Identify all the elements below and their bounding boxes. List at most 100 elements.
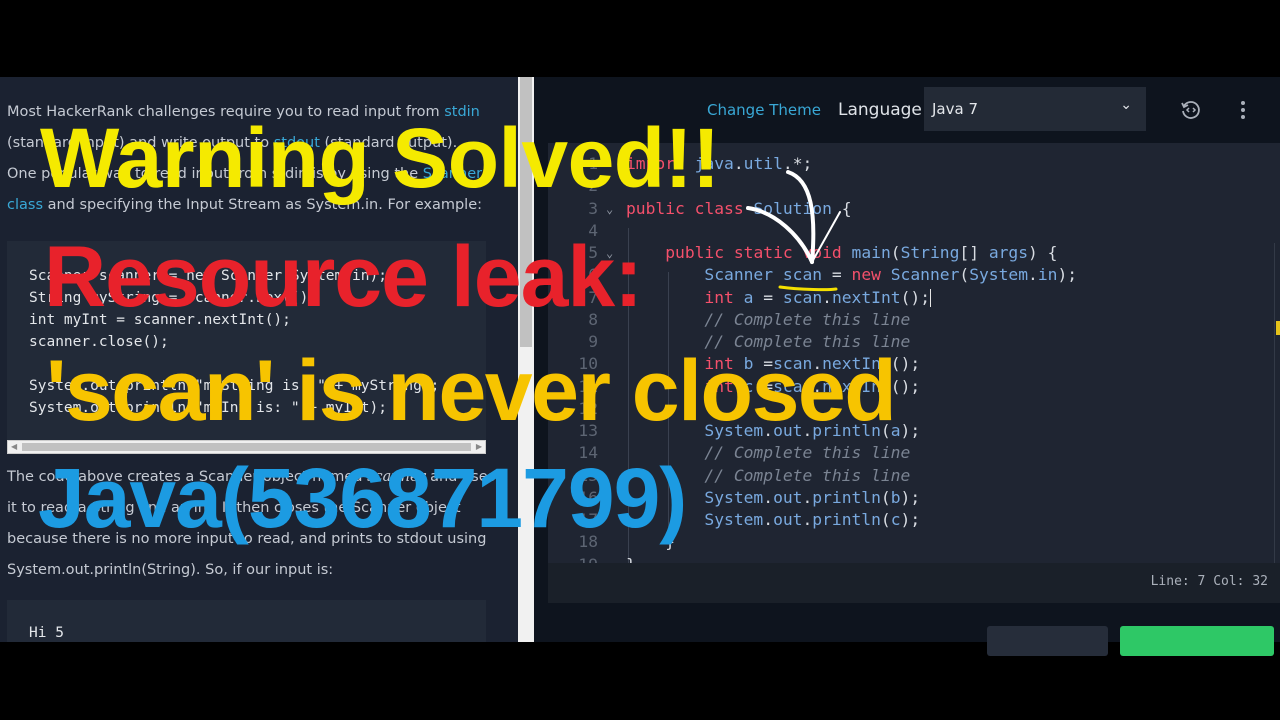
- code-token: ): [900, 421, 911, 440]
- code-token: [: [959, 243, 970, 262]
- warning-marker[interactable]: [1276, 321, 1280, 335]
- code-token: .: [782, 154, 793, 173]
- code-token: ;: [802, 154, 813, 173]
- code-token: ;: [910, 487, 921, 507]
- code-token: util: [743, 154, 783, 173]
- cursor-position: Line: 7 Col: 32: [1150, 574, 1268, 589]
- overlay-resource-leak: Resource leak:: [44, 229, 643, 325]
- chevron-down-icon: ⌄: [1120, 97, 1132, 113]
- code-token: System: [704, 510, 764, 529]
- code-line: Hi 5: [29, 625, 64, 641]
- code-token: ;: [1067, 265, 1078, 285]
- code-token: (: [880, 510, 891, 529]
- scrollbar-thumb[interactable]: [22, 443, 471, 451]
- code-token: ]: [969, 243, 980, 262]
- code-token: (: [900, 287, 911, 307]
- keyword: int: [704, 287, 734, 307]
- code-token: =: [831, 265, 842, 285]
- code-token: .: [802, 510, 813, 529]
- editor-overview-ruler[interactable]: [1274, 243, 1280, 563]
- reset-code-icon[interactable]: [1180, 99, 1202, 121]
- code-token: .: [822, 287, 832, 307]
- code-token: Scanner: [890, 265, 960, 285]
- line-number: 19: [548, 554, 598, 564]
- editor-status-bar: Line: 7 Col: 32: [548, 563, 1280, 603]
- code-token: a: [743, 287, 754, 307]
- code-line: // Complete this line: [626, 309, 910, 331]
- language-value: Java 7: [932, 100, 978, 118]
- code-token: ): [900, 487, 911, 507]
- overlay-scan-never-closed: 'scan' is never closed: [46, 343, 897, 439]
- code-token: System: [704, 487, 764, 507]
- code-token: b: [890, 487, 901, 507]
- sample-input-block: Hi 5: [7, 600, 486, 642]
- language-select[interactable]: Java 7 ⌄: [924, 87, 1146, 131]
- code-token: ): [900, 354, 911, 374]
- code-token: ;: [910, 354, 921, 374]
- code-token: =: [763, 287, 774, 307]
- code-token: println: [812, 487, 881, 507]
- top-letterbox: [0, 0, 1280, 77]
- code-token: ;: [920, 287, 930, 307]
- code-token: System: [969, 265, 1029, 285]
- code-token: ;: [910, 421, 921, 440]
- scroll-left-icon[interactable]: ◀: [11, 441, 17, 453]
- code-token: nextInt: [831, 287, 901, 307]
- code-token: Scanner: [704, 265, 774, 285]
- code-line: }: [626, 554, 636, 564]
- code-token: ;: [910, 376, 921, 396]
- code-token: println: [812, 510, 881, 529]
- run-code-button[interactable]: [987, 626, 1108, 656]
- code-token: {: [841, 198, 852, 218]
- code-token: ): [900, 376, 911, 396]
- code-token: {: [1047, 243, 1058, 262]
- code-line: Scanner scan = new Scanner(System.in);: [626, 264, 1077, 286]
- code-token: .: [763, 510, 774, 529]
- comment: // Complete this line: [626, 309, 911, 329]
- keyword: void: [802, 243, 842, 262]
- code-token: .: [1028, 265, 1038, 285]
- code-token: .: [763, 487, 774, 507]
- code-token: ): [900, 510, 911, 529]
- code-token: String: [900, 243, 960, 262]
- code-token: *: [792, 154, 803, 173]
- code-token: (: [880, 487, 891, 507]
- code-token: args: [988, 243, 1029, 262]
- code-line: int a = scan.nextInt();: [626, 287, 930, 309]
- code-token: scan: [782, 287, 823, 307]
- overlay-java-error-code: Java(536871799): [38, 451, 687, 545]
- code-token: main: [851, 243, 891, 262]
- code-token: .: [802, 487, 813, 507]
- change-theme-link[interactable]: Change Theme: [707, 101, 821, 119]
- code-token: }: [626, 555, 636, 564]
- code-token: out: [773, 510, 803, 529]
- keyword: public: [665, 243, 725, 262]
- text-cursor: [930, 288, 932, 307]
- code-token: .: [733, 154, 744, 173]
- code-token: in: [1037, 265, 1058, 285]
- code-token: (: [890, 243, 901, 262]
- more-vertical-icon[interactable]: [1240, 100, 1246, 120]
- code-token: ): [1028, 243, 1038, 262]
- code-token: ): [910, 287, 921, 307]
- code-token: (: [959, 265, 970, 285]
- code-line: public static void main(String[] args) {: [626, 242, 1057, 264]
- code-token: Solution: [753, 198, 832, 218]
- language-label: Language: [838, 100, 922, 120]
- code-token: scan: [782, 265, 823, 285]
- submit-code-button[interactable]: [1120, 626, 1274, 656]
